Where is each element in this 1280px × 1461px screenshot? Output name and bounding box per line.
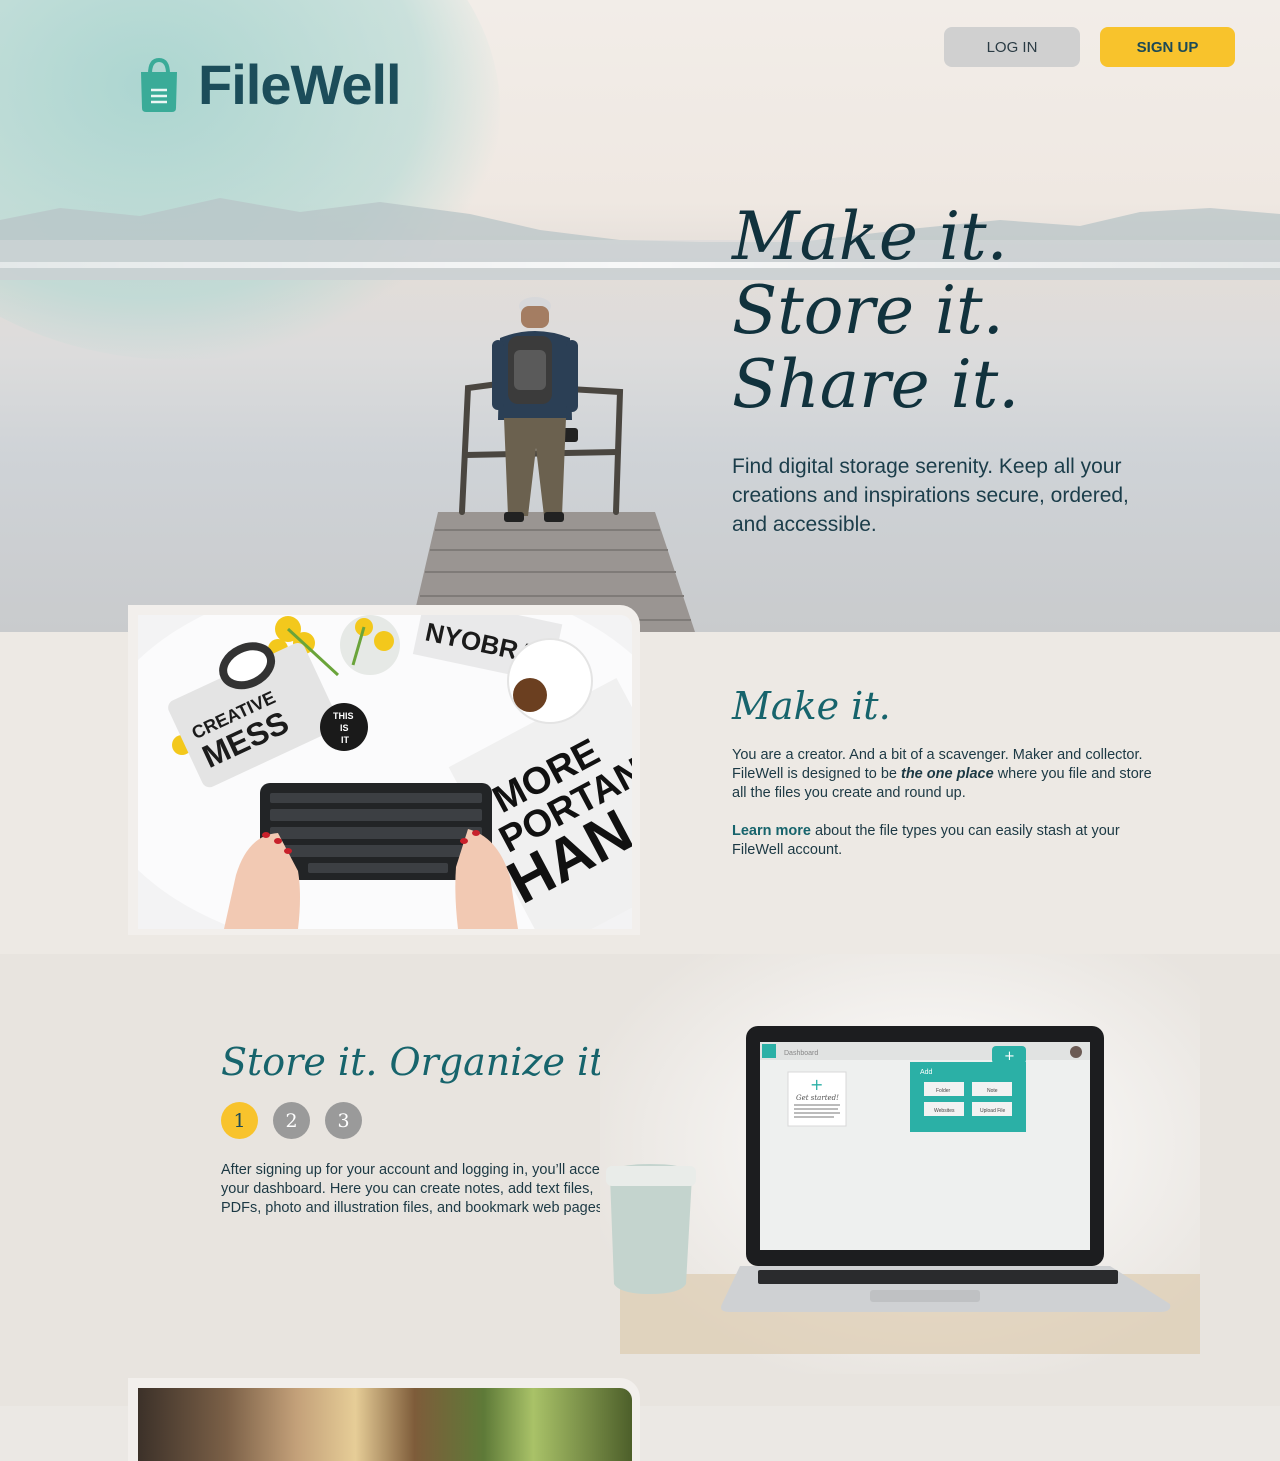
laptop-add-option-3: Websites — [934, 1108, 955, 1114]
login-button[interactable]: LOG IN — [944, 27, 1080, 67]
learn-more-link[interactable]: Learn more — [732, 823, 811, 839]
brand-name: FileWell — [198, 53, 402, 116]
laptop-add-option-4: Upload File — [980, 1108, 1006, 1114]
tagline-line-make: Make it. — [732, 198, 1008, 275]
learn-more-paragraph: Learn more about the file types you can … — [732, 822, 1152, 860]
make-it-description: You are a creator. And a bit of a scaven… — [732, 746, 1152, 803]
tagline-line-share: Share it. — [732, 346, 1020, 423]
step-1-button[interactable]: 1 — [221, 1102, 258, 1139]
store-it-heading: Store it. Organize it. — [221, 1040, 617, 1084]
laptop-topbar-label: Dashboard — [784, 1050, 818, 1057]
step-3-button[interactable]: 3 — [325, 1102, 362, 1139]
make-it-emphasis: the one place — [901, 766, 994, 782]
laptop-add-option-2: Note — [987, 1088, 998, 1094]
shopping-bag-icon — [141, 57, 177, 112]
store-it-description: After signing up for your account and lo… — [221, 1162, 615, 1216]
desk-photo: NYOBRA MORE PORTANT HAN CREATIVE MESS TH — [138, 615, 632, 929]
hero-tagline: Make it. Store it. Share it. — [732, 200, 1019, 422]
desk-photo-graphic: NYOBRA MORE PORTANT HAN CREATIVE MESS TH — [138, 615, 632, 929]
laptop-add-option-1: Folder — [936, 1088, 951, 1094]
store-it-section: Store it. Organize it. 1 2 3 After signi… — [0, 954, 1280, 1406]
sticker-text-2: IS — [340, 723, 349, 733]
step-indicator: 1 2 3 — [221, 1102, 362, 1139]
tagline-line-store: Store it. — [732, 272, 1004, 349]
make-it-heading: Make it. — [732, 684, 891, 728]
hero-subtitle: Find digital storage serenity. Keep all … — [732, 455, 1129, 536]
signup-button[interactable]: SIGN UP — [1100, 27, 1235, 67]
svg-text:+: + — [810, 1075, 823, 1094]
sticker-text-3: IT — [341, 735, 350, 745]
hiker-on-pier-graphic — [410, 297, 695, 632]
filewell-logo[interactable]: FileWell — [138, 52, 402, 117]
hero-section: FileWell LOG IN SIGN UP Make it. Store i… — [0, 0, 1280, 632]
sticker-text-1: THIS — [333, 711, 354, 721]
people-photo — [138, 1388, 632, 1461]
laptop-add-title: Add — [920, 1069, 933, 1076]
laptop-dashboard-graphic: Dashboard + Get started! + Add Folder No… — [600, 954, 1200, 1374]
laptop-card-title: Get started! — [796, 1094, 839, 1102]
svg-text:+: + — [1004, 1049, 1015, 1064]
step-2-button[interactable]: 2 — [273, 1102, 310, 1139]
horizon-line — [0, 262, 1280, 268]
